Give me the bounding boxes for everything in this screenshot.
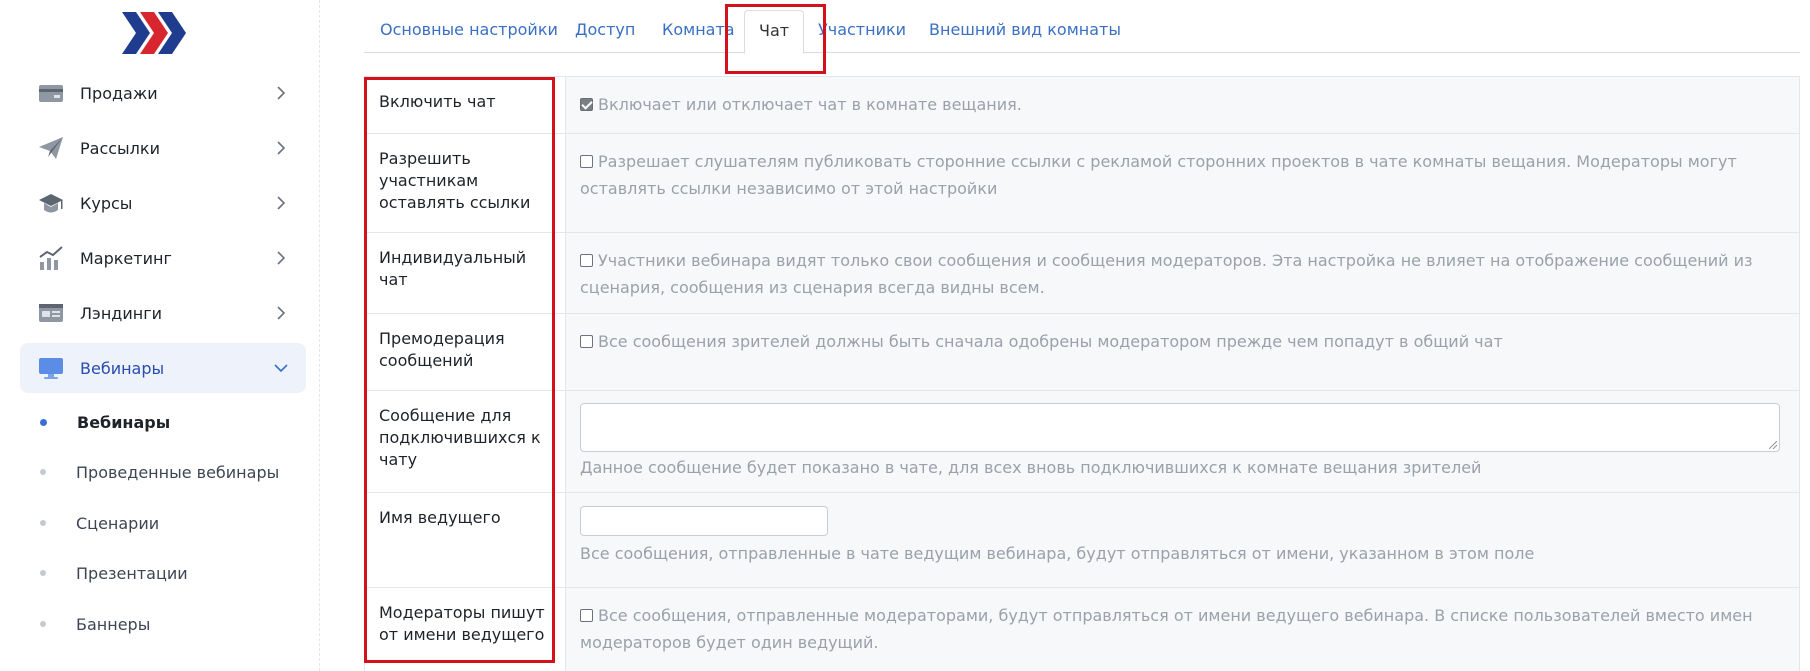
chat-settings-table: Включить чат Включает или отключает чат …: [364, 76, 1800, 671]
sidebar-subitem-past-webinars[interactable]: Проведенные вебинары: [40, 457, 279, 487]
setting-row-welcome-message: Сообщение для подключившихся к чату Данн…: [365, 391, 1799, 493]
setting-description: Все сообщения, отправленные в чате ведущ…: [580, 544, 1535, 563]
host-name-input[interactable]: [580, 506, 828, 536]
tab-chat[interactable]: Чат: [744, 10, 805, 54]
bullet-icon: [40, 570, 46, 576]
setting-description: Все сообщения, отправленные модераторами…: [580, 606, 1753, 652]
setting-row-host-name: Имя ведущего Все сообщения, отправленные…: [365, 493, 1799, 588]
setting-value: Данное сообщение будет показано в чате, …: [566, 391, 1799, 492]
sidebar-subitem-webinars[interactable]: Вебинары: [40, 407, 170, 437]
moderators-as-host-checkbox[interactable]: [580, 609, 593, 622]
setting-row-individual-chat: Индивидуальный чат Участники вебинара ви…: [365, 233, 1799, 314]
chevron-right-icon: [277, 141, 286, 155]
sidebar-item-marketing[interactable]: Маркетинг: [20, 233, 306, 283]
sidebar-subitem-presentations[interactable]: Презентации: [40, 558, 188, 588]
sidebar-subitem-scenarios[interactable]: Сценарии: [40, 508, 159, 538]
paper-plane-icon: [39, 137, 63, 159]
sidebar-item-label: Курсы: [80, 193, 133, 213]
sidebar: Продажи Рассылки Курсы Маркетинг Лэндинг…: [0, 0, 320, 671]
setting-description: Участники вебинара видят только свои соо…: [580, 251, 1753, 297]
sidebar-subitem-label: Презентации: [76, 563, 188, 583]
sidebar-item-label: Лэндинги: [80, 303, 162, 323]
setting-row-allow-links: Разрешить участникам оставлять ссылки Ра…: [365, 134, 1799, 233]
setting-description: Включает или отключает чат в комнате вещ…: [598, 95, 1022, 114]
setting-value: Разрешает слушателям публиковать сторонн…: [566, 134, 1799, 232]
tab-participants[interactable]: Участники: [818, 20, 906, 39]
setting-label: Модераторы пишут от имени ведущего: [365, 588, 566, 671]
sidebar-item-label: Продажи: [80, 83, 158, 103]
setting-value: Включает или отключает чат в комнате вещ…: [566, 77, 1799, 133]
bullet-icon: [40, 418, 47, 426]
graduation-cap-icon: [39, 194, 63, 213]
premoderation-checkbox[interactable]: [580, 335, 593, 348]
setting-label: Сообщение для подключившихся к чату: [365, 391, 566, 492]
chevron-right-icon: [277, 86, 286, 100]
setting-row-premoderation: Премодерация сообщений Все сообщения зри…: [365, 314, 1799, 391]
chart-growth-icon: [39, 246, 63, 270]
sidebar-item-label: Вебинары: [80, 358, 165, 378]
sidebar-subitem-label: Проведенные вебинары: [76, 462, 280, 482]
setting-label: Индивидуальный чат: [365, 233, 566, 313]
chevron-right-icon: [277, 251, 286, 265]
setting-row-moderators-as-host: Модераторы пишут от имени ведущего Все с…: [365, 588, 1799, 671]
tab-access[interactable]: Доступ: [575, 20, 635, 39]
sidebar-subitem-label: Баннеры: [76, 614, 151, 634]
sidebar-item-courses[interactable]: Курсы: [20, 178, 306, 228]
setting-row-enable-chat: Включить чат Включает или отключает чат …: [365, 77, 1799, 134]
welcome-message-textarea[interactable]: [580, 403, 1780, 452]
allow-links-checkbox[interactable]: [580, 155, 593, 168]
sidebar-subitem-banners[interactable]: Баннеры: [40, 609, 150, 639]
setting-label: Разрешить участникам оставлять ссылки: [365, 134, 566, 232]
setting-value: Все сообщения, отправленные модераторами…: [566, 588, 1799, 671]
sidebar-item-label: Рассылки: [80, 138, 160, 158]
enable-chat-checkbox[interactable]: [580, 98, 593, 111]
sidebar-item-mailings[interactable]: Рассылки: [20, 123, 306, 173]
setting-value: Все сообщения зрителей должны быть снача…: [566, 314, 1799, 390]
chevron-down-icon: [274, 364, 288, 373]
tab-room-appearance[interactable]: Внешний вид комнаты: [929, 20, 1121, 39]
tab-main-settings[interactable]: Основные настройки: [380, 20, 558, 39]
sidebar-subitem-label: Сценарии: [76, 513, 160, 533]
bullet-icon: [40, 621, 46, 627]
setting-description: Все сообщения зрителей должны быть снача…: [598, 332, 1503, 351]
landing-page-icon: [39, 304, 63, 322]
bullet-icon: [40, 520, 46, 526]
setting-value: Участники вебинара видят только свои соо…: [566, 233, 1799, 313]
monitor-icon: [39, 358, 63, 379]
individual-chat-checkbox[interactable]: [580, 254, 593, 267]
chevron-right-icon: [277, 196, 286, 210]
credit-card-icon: [39, 85, 63, 102]
sidebar-item-webinars[interactable]: Вебинары: [20, 343, 306, 393]
sidebar-item-sales[interactable]: Продажи: [20, 68, 306, 118]
setting-label: Имя ведущего: [365, 493, 566, 587]
sidebar-item-label: Маркетинг: [80, 248, 172, 268]
brand-logo[interactable]: [122, 12, 192, 54]
setting-value: Все сообщения, отправленные в чате ведущ…: [566, 493, 1799, 587]
setting-description: Данное сообщение будет показано в чате, …: [580, 458, 1482, 477]
chevron-right-icon: [277, 306, 286, 320]
setting-label: Премодерация сообщений: [365, 314, 566, 390]
settings-tabs: Основные настройки Доступ Комната Чат Уч…: [364, 10, 1800, 54]
sidebar-item-landings[interactable]: Лэндинги: [20, 288, 306, 338]
sidebar-subitem-label: Вебинары: [77, 412, 171, 432]
tab-room[interactable]: Комната: [662, 20, 735, 39]
setting-description: Разрешает слушателям публиковать сторонн…: [580, 152, 1737, 198]
setting-label: Включить чат: [365, 77, 566, 133]
bullet-icon: [40, 469, 46, 475]
